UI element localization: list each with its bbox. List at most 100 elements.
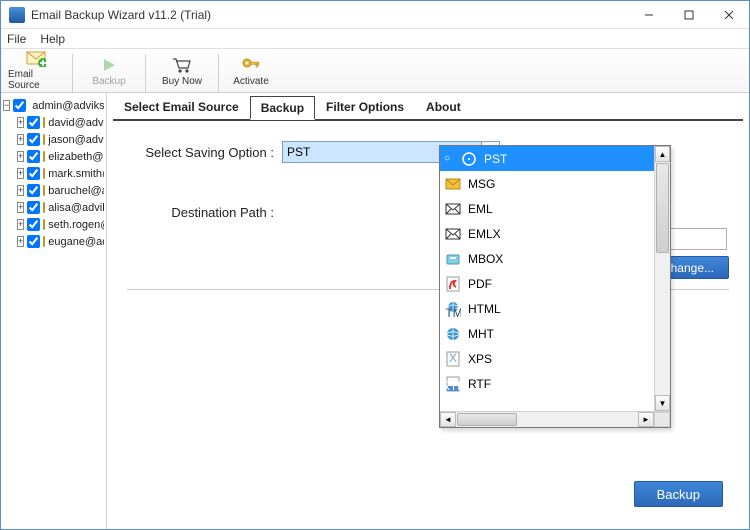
expand-icon[interactable]: + xyxy=(17,236,24,247)
expand-icon[interactable]: + xyxy=(17,219,24,230)
toolbar-activate[interactable]: Activate xyxy=(226,50,276,92)
dropdown-option-label: XPS xyxy=(468,352,492,366)
mailbox-tree[interactable]: − admin@adviksoft.com + david@adviksoft.c… xyxy=(1,93,107,529)
expand-icon[interactable]: + xyxy=(17,202,24,213)
expand-icon[interactable]: + xyxy=(17,117,24,128)
dropdown-option-label: PST xyxy=(484,152,507,166)
format-icon: X xyxy=(444,350,462,368)
dropdown-option-eml[interactable]: EML xyxy=(440,196,654,221)
dropdown-option-msg[interactable]: MSG xyxy=(440,171,654,196)
dropdown-option-label: MBOX xyxy=(468,252,503,266)
svg-text:HTML: HTML xyxy=(445,306,461,317)
dropdown-option-html[interactable]: HTML HTML xyxy=(440,296,654,321)
scroll-thumb[interactable] xyxy=(457,413,517,426)
toolbar-buy-now[interactable]: Buy Now xyxy=(153,50,211,92)
tree-item[interactable]: + seth.rogen@adviksoft.c xyxy=(3,216,104,233)
tree-item[interactable]: +alisa@adviksoft.com xyxy=(3,199,104,216)
menubar: File Help xyxy=(1,29,749,49)
tree-item[interactable]: + david@adviksoft.com xyxy=(3,114,104,131)
scroll-down-icon[interactable]: ▼ xyxy=(655,395,670,411)
folder-icon xyxy=(43,185,45,196)
tree-item[interactable]: + mark.smith@adviksoft.c xyxy=(3,165,104,182)
tree-item[interactable]: + jason@adviksoft.com xyxy=(3,131,104,148)
scroll-up-icon[interactable]: ▲ xyxy=(655,146,670,162)
expand-icon[interactable]: + xyxy=(17,134,24,145)
tree-root[interactable]: − admin@adviksoft.com xyxy=(3,97,104,114)
scroll-track[interactable] xyxy=(518,412,638,427)
dropdown-option-mht[interactable]: MHT xyxy=(440,321,654,346)
tab-backup[interactable]: Backup xyxy=(250,96,315,120)
tree-item-label: eugane@adviksoft.com xyxy=(48,236,104,248)
saving-option-dropdown[interactable]: ○ PST MSGEML EMLX MBOX PDF HTML HTML MHT X XPS RTFR… xyxy=(439,145,671,428)
scroll-right-icon[interactable]: ► xyxy=(638,412,654,427)
tree-item[interactable]: + eugane@adviksoft.com xyxy=(3,233,104,250)
scroll-thumb[interactable] xyxy=(656,163,669,253)
dropdown-hscrollbar[interactable]: ◄ ► xyxy=(440,411,670,427)
toolbar-separator xyxy=(145,54,146,92)
format-icon: RTF xyxy=(444,375,462,393)
format-icon xyxy=(444,325,462,343)
tree-item[interactable]: + baruchel@adviksoft.cor xyxy=(3,182,104,199)
maximize-button[interactable] xyxy=(669,1,709,29)
dropdown-option-label: HTML xyxy=(468,302,501,316)
tree-item-checkbox[interactable] xyxy=(27,218,40,231)
format-icon xyxy=(444,200,462,218)
toolbar-backup[interactable]: Backup xyxy=(80,50,138,92)
scroll-corner xyxy=(654,412,670,427)
radio-selected-icon: ○ xyxy=(444,153,454,164)
toolbar-email-source-label: Email Source xyxy=(8,69,64,91)
tree-item-checkbox[interactable] xyxy=(27,133,40,146)
tree-root-checkbox[interactable] xyxy=(13,99,26,112)
tree-item-checkbox[interactable] xyxy=(27,201,40,214)
format-icon xyxy=(444,275,462,293)
tree-item[interactable]: + elizabeth@adviksoft.com xyxy=(3,148,104,165)
dropdown-option-pdf[interactable]: PDF xyxy=(440,271,654,296)
expand-icon[interactable]: + xyxy=(17,151,24,162)
tree-item-label: mark.smith@adviksoft.c xyxy=(48,168,104,180)
tree-item-label: seth.rogen@adviksoft.c xyxy=(48,219,104,231)
toolbar-separator xyxy=(72,54,73,92)
backup-button[interactable]: Backup xyxy=(634,481,723,507)
tree-item-checkbox[interactable] xyxy=(27,184,40,197)
dropdown-option-emlx[interactable]: EMLX xyxy=(440,221,654,246)
expand-icon[interactable]: + xyxy=(17,168,24,179)
folder-icon xyxy=(43,236,45,247)
svg-text:X: X xyxy=(449,351,457,365)
tab-select-email-source[interactable]: Select Email Source xyxy=(113,95,250,119)
collapse-icon[interactable]: − xyxy=(3,100,10,111)
minimize-button[interactable] xyxy=(629,1,669,29)
toolbar-activate-label: Activate xyxy=(233,76,269,87)
dropdown-vscrollbar[interactable]: ▲ ▼ xyxy=(654,146,670,411)
svg-text:RTF: RTF xyxy=(446,379,460,392)
dropdown-option-rtf[interactable]: RTFRTF xyxy=(440,371,654,396)
folder-icon xyxy=(43,202,45,213)
scroll-track[interactable] xyxy=(655,254,670,395)
tree-item-label: jason@adviksoft.com xyxy=(48,134,104,146)
tree-root-label: admin@adviksoft.com xyxy=(32,100,104,112)
dropdown-option-mbox[interactable]: MBOX xyxy=(440,246,654,271)
scroll-left-icon[interactable]: ◄ xyxy=(440,412,456,427)
menu-help[interactable]: Help xyxy=(40,32,65,46)
tree-item-checkbox[interactable] xyxy=(27,150,40,163)
app-icon xyxy=(9,7,25,23)
dropdown-option-xps[interactable]: X XPS xyxy=(440,346,654,371)
tab-about[interactable]: About xyxy=(415,95,472,119)
folder-icon xyxy=(43,219,45,230)
tree-item-checkbox[interactable] xyxy=(27,116,40,129)
tree-item-label: david@adviksoft.com xyxy=(48,117,104,129)
toolbar-email-source[interactable]: Email Source xyxy=(7,50,65,92)
dropdown-option-label: EMLX xyxy=(468,227,501,241)
saving-option-label: Select Saving Option : xyxy=(127,145,282,160)
tab-filter-options[interactable]: Filter Options xyxy=(315,95,415,119)
tree-item-checkbox[interactable] xyxy=(27,167,40,180)
toolbar-backup-label: Backup xyxy=(92,76,125,87)
tree-item-checkbox[interactable] xyxy=(27,235,40,248)
close-button[interactable] xyxy=(709,1,749,29)
menu-file[interactable]: File xyxy=(7,32,26,46)
dropdown-option-pst[interactable]: ○ PST xyxy=(440,146,654,171)
tree-item-label: elizabeth@adviksoft.com xyxy=(48,151,104,163)
expand-icon[interactable]: + xyxy=(17,185,24,196)
tree-item-label: baruchel@adviksoft.cor xyxy=(48,185,104,197)
folder-icon xyxy=(43,117,45,128)
folder-icon xyxy=(43,134,45,145)
